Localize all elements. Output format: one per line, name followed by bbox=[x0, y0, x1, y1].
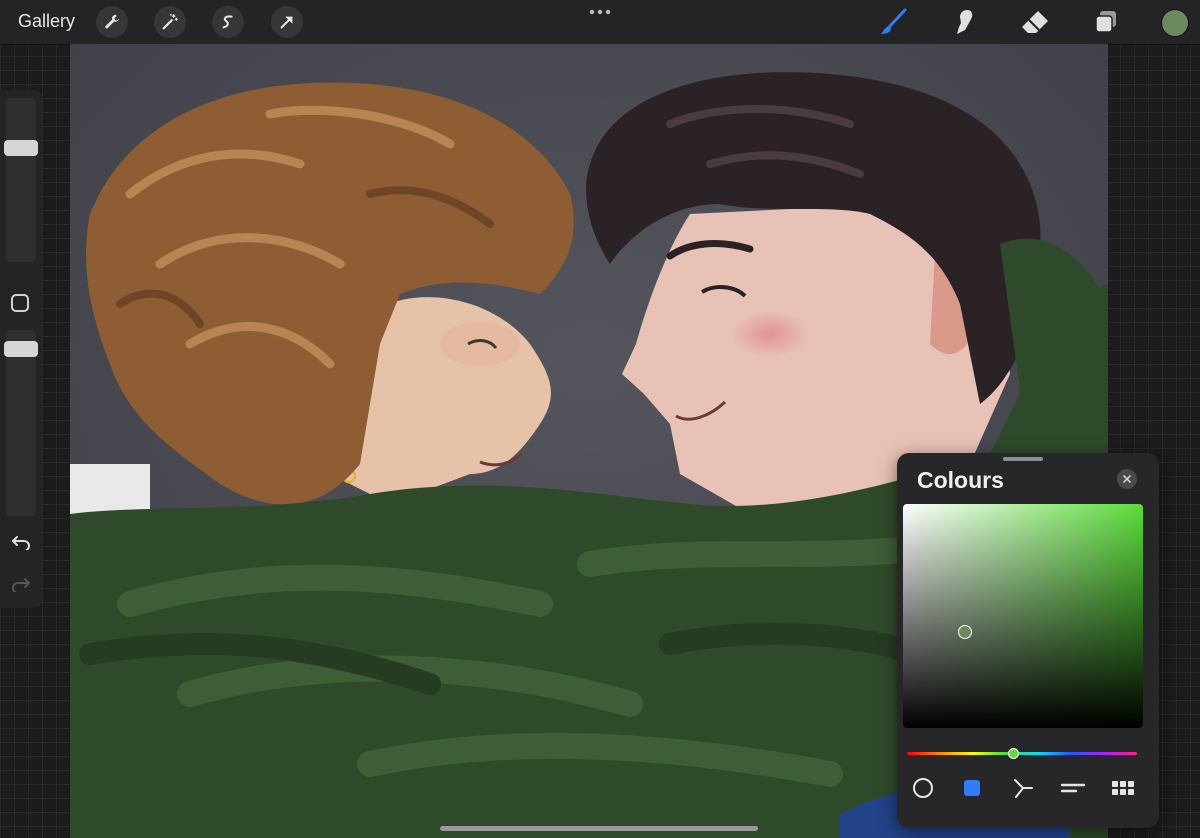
disc-icon bbox=[913, 778, 933, 798]
smudge-icon bbox=[957, 10, 973, 34]
classic-square-icon bbox=[964, 780, 980, 796]
mode-palettes-button[interactable] bbox=[1108, 775, 1138, 801]
hue-slider-knob[interactable] bbox=[1007, 748, 1019, 759]
left-sidebar bbox=[0, 90, 42, 608]
modify-button[interactable] bbox=[11, 294, 29, 312]
brush-tool-button[interactable] bbox=[877, 6, 909, 38]
layers-button[interactable] bbox=[1090, 6, 1122, 38]
eraser-tool-button[interactable] bbox=[1019, 6, 1051, 38]
saturation-brightness-picker[interactable] bbox=[903, 504, 1143, 728]
smudge-tool-button[interactable] bbox=[948, 6, 980, 38]
undo-button[interactable] bbox=[9, 532, 33, 552]
adjustments-button[interactable] bbox=[154, 6, 186, 38]
value-sliders-icon bbox=[1060, 783, 1086, 793]
eraser-icon bbox=[1022, 11, 1048, 33]
top-toolbar: Gallery bbox=[0, 0, 1200, 45]
selection-button[interactable] bbox=[212, 6, 244, 38]
mode-harmony-button[interactable] bbox=[1008, 775, 1038, 801]
more-options-button[interactable] bbox=[588, 2, 612, 22]
magic-wand-icon bbox=[162, 13, 178, 30]
home-indicator bbox=[440, 826, 758, 831]
close-button[interactable] bbox=[1117, 469, 1137, 489]
colours-panel: Colours bbox=[897, 453, 1159, 828]
colour-swatch-button[interactable] bbox=[1161, 9, 1189, 37]
more-dots-icon bbox=[589, 9, 611, 15]
close-icon bbox=[1123, 475, 1131, 483]
brush-size-thumb[interactable] bbox=[4, 139, 38, 156]
layers-icon bbox=[1095, 11, 1116, 33]
hue-slider[interactable] bbox=[907, 752, 1137, 755]
palettes-grid-icon bbox=[1112, 781, 1134, 795]
brush-icon bbox=[881, 8, 907, 34]
gallery-button[interactable]: Gallery bbox=[18, 11, 75, 32]
mode-disc-button[interactable] bbox=[908, 775, 938, 801]
wrench-icon bbox=[105, 14, 120, 29]
panel-title: Colours bbox=[917, 467, 1004, 493]
brush-opacity-thumb[interactable] bbox=[4, 341, 38, 358]
redo-button[interactable] bbox=[9, 574, 33, 594]
colour-selector-knob[interactable] bbox=[958, 625, 972, 639]
mode-classic-button[interactable] bbox=[957, 775, 987, 801]
selection-icon bbox=[222, 15, 233, 29]
panel-grabber[interactable] bbox=[1003, 457, 1043, 461]
transform-arrow-icon bbox=[280, 16, 293, 29]
brush-size-slider[interactable] bbox=[6, 98, 36, 262]
transform-button[interactable] bbox=[271, 6, 303, 38]
redo-icon bbox=[12, 578, 30, 592]
mode-value-button[interactable] bbox=[1058, 775, 1088, 801]
undo-icon bbox=[12, 536, 30, 550]
actions-button[interactable] bbox=[96, 6, 128, 38]
brush-opacity-slider[interactable] bbox=[6, 330, 36, 516]
harmony-icon bbox=[1014, 779, 1033, 798]
